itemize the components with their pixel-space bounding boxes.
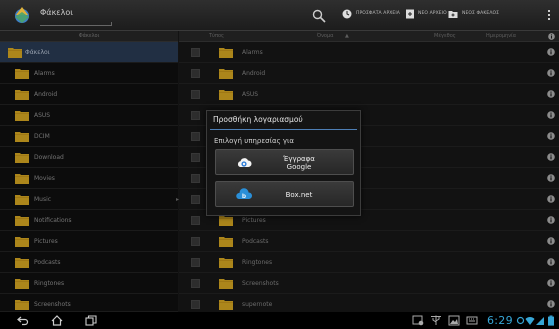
signal-icon: [536, 317, 544, 325]
overflow-menu-icon[interactable]: [547, 9, 551, 23]
box-net-button[interactable]: b Box.net: [215, 181, 354, 207]
new-file-icon[interactable]: [405, 9, 415, 19]
app-title: Φάκελοι: [40, 8, 73, 17]
file-manager-logo-icon[interactable]: [12, 5, 32, 25]
gallery-icon: [448, 315, 460, 326]
recent-apps-icon[interactable]: [85, 315, 97, 326]
usb-icon: [431, 315, 441, 325]
home-icon[interactable]: [51, 315, 63, 326]
google-docs-button[interactable]: Έγγραφα Google: [215, 149, 354, 175]
dialog-subtitle: Επιλογή υπηρεσίας για: [214, 137, 295, 145]
dialog-title: Προσθήκη λογαριασμού: [213, 115, 303, 124]
google-docs-cloud-icon: [237, 158, 252, 167]
sync-icon: [516, 316, 525, 325]
system-clock[interactable]: 6:29: [487, 314, 513, 327]
system-navigation-bar: 6:29: [0, 312, 559, 329]
search-icon[interactable]: [312, 9, 326, 23]
new-folder-button[interactable]: ΝΕΟΣ ΦΑΚΕΛΟΣ: [462, 11, 499, 16]
spinner-indicator[interactable]: [40, 22, 112, 26]
google-docs-label-line1: Έγγραφα: [283, 155, 315, 163]
box-net-label: Box.net: [285, 191, 313, 199]
svg-text:b: b: [242, 193, 246, 200]
keyboard-icon: [466, 316, 478, 325]
action-bar: Φάκελοι ΠΡΟΣΦΑΤΑ ΑΡΧΕΙΑ ΝΕΟ ΑΡΧΕΙΟ ΝΕΟΣ …: [0, 0, 559, 31]
wifi-icon: [525, 316, 535, 325]
file-manager-screen: Φάκελοι ΠΡΟΣΦΑΤΑ ΑΡΧΕΙΑ ΝΕΟ ΑΡΧΕΙΟ ΝΕΟΣ …: [0, 0, 559, 329]
battery-icon: [548, 315, 554, 326]
clock-icon[interactable]: [342, 9, 352, 19]
add-account-dialog: Προσθήκη λογαριασμού Επιλογή υπηρεσίας γ…: [206, 110, 361, 216]
box-net-icon: b: [236, 188, 252, 200]
new-file-button[interactable]: ΝΕΟ ΑΡΧΕΙΟ: [418, 11, 447, 16]
recent-files-button[interactable]: ΠΡΟΣΦΑΤΑ ΑΡΧΕΙΑ: [356, 11, 400, 16]
dialog-divider: [210, 129, 357, 130]
google-docs-label-line2: Google: [286, 163, 312, 171]
screenshot-icon[interactable]: [412, 315, 424, 326]
new-folder-icon[interactable]: [448, 9, 458, 19]
back-icon[interactable]: [17, 315, 29, 326]
